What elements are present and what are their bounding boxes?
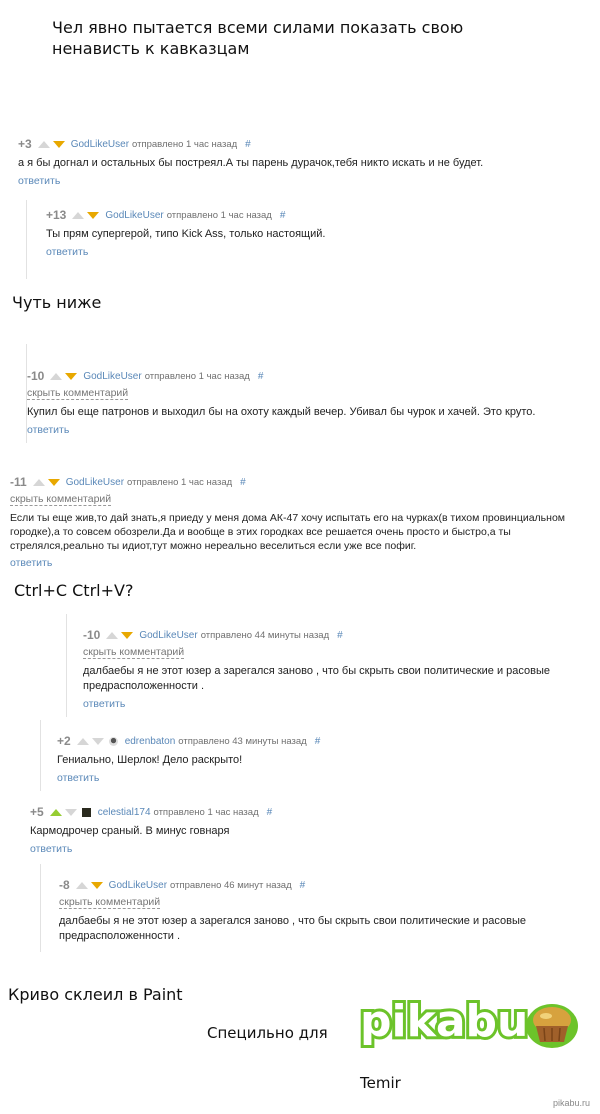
comment-7: -8 GodLikeUser отправлено 46 минут назад… [40, 864, 579, 952]
downvote-arrow-icon[interactable] [121, 631, 134, 639]
pikabu-logo-text: pikabu [360, 996, 528, 1047]
downvote-arrow-icon[interactable] [47, 478, 60, 486]
comment-text: а я бы догнал и остальных бы постреял.А … [18, 157, 484, 169]
comment-meta: +2 edrenbaton отправлено 43 минуты назад… [57, 734, 577, 748]
hide-comment-link[interactable]: скрыть комментарий [59, 896, 161, 909]
upvote-arrow-icon[interactable] [75, 881, 88, 889]
comment-4: -10 GodLikeUser отправлено 44 минуты наз… [66, 614, 583, 717]
downvote-arrow-icon[interactable] [65, 372, 78, 380]
comment-permalink[interactable]: # [280, 210, 286, 221]
pikabu-logo: pikabu [357, 996, 578, 1050]
caption-paint: Криво склеил в Paint [8, 985, 183, 1004]
comment-permalink[interactable]: # [267, 807, 273, 818]
muffin-icon [526, 1004, 578, 1048]
comment-text: далбаебы я не этот юзер а зарегался зано… [59, 915, 526, 942]
comment-author[interactable]: GodLikeUser [109, 880, 167, 891]
comment-time: отправлено 1 час назад [127, 476, 233, 488]
reply-link[interactable]: ответить [18, 174, 578, 188]
upvote-arrow-icon[interactable] [37, 140, 50, 148]
comment-text: Ты прям супергерой, типо Kick Ass, тольк… [46, 228, 326, 240]
comment-rating: +13 [46, 208, 67, 222]
upvote-arrow-icon[interactable] [49, 808, 62, 816]
comment-text: Кармодрочер сраный. В минус говнаря [30, 825, 230, 837]
upvote-arrow-icon[interactable] [32, 478, 45, 486]
comment-meta: +3 GodLikeUser отправлено 1 час назад # [18, 137, 578, 151]
caption-ctrl: Ctrl+C Ctrl+V? [14, 581, 134, 600]
comment-3: -11 GodLikeUser отправлено 1 час назад #… [10, 475, 594, 570]
reply-link[interactable]: ответить [46, 245, 586, 259]
upvote-arrow-icon[interactable] [76, 737, 89, 745]
downvote-arrow-icon[interactable] [52, 140, 65, 148]
downvote-arrow-icon[interactable] [87, 211, 100, 219]
comment-2: -10 GodLikeUser отправлено 1 час назад #… [26, 344, 567, 443]
comment-author[interactable]: GodLikeUser [83, 371, 141, 382]
comment-author[interactable]: GodLikeUser [66, 477, 124, 488]
caption-name: Temir [360, 1074, 401, 1092]
comment-permalink[interactable]: # [245, 139, 251, 150]
comment-permalink[interactable]: # [300, 880, 306, 891]
comment-rating: +3 [18, 137, 32, 151]
comment-time: отправлено 43 минуты назад [178, 735, 307, 747]
comment-meta: +13 GodLikeUser отправлено 1 час назад # [46, 208, 586, 222]
comment-time: отправлено 46 минут назад [170, 879, 292, 891]
comment-time: отправлено 1 час назад [166, 209, 272, 221]
reply-link[interactable]: ответить [30, 842, 570, 856]
comment-rating: -10 [83, 628, 101, 642]
hide-comment-link[interactable]: скрыть комментарий [10, 493, 112, 506]
comment-time: отправлено 1 час назад [132, 138, 238, 150]
upvote-arrow-icon[interactable] [72, 211, 85, 219]
reply-link[interactable]: ответить [10, 556, 594, 570]
downvote-arrow-icon[interactable] [90, 881, 103, 889]
avatar-icon [108, 736, 118, 746]
caption-below: Чуть ниже [12, 293, 102, 312]
reply-link[interactable]: ответить [83, 697, 583, 711]
comment-time: отправлено 1 час назад [144, 370, 250, 382]
comment-text: Если ты еще жив,то дай знать,я приеду у … [10, 512, 565, 552]
comment-1: +13 GodLikeUser отправлено 1 час назад #… [26, 200, 586, 279]
watermark: pikabu.ru [552, 1098, 590, 1108]
comment-author[interactable]: GodLikeUser [139, 630, 197, 641]
reply-link[interactable]: ответить [57, 771, 577, 785]
avatar-icon [81, 807, 91, 817]
comment-5: +2 edrenbaton отправлено 43 минуты назад… [40, 720, 577, 791]
comment-rating: -8 [59, 878, 70, 892]
comment-meta: -10 GodLikeUser отправлено 1 час назад # [27, 369, 567, 383]
upvote-arrow-icon[interactable] [50, 372, 63, 380]
comment-0: +3 GodLikeUser отправлено 1 час назад # … [18, 137, 578, 188]
comment-meta: -11 GodLikeUser отправлено 1 час назад # [10, 475, 594, 489]
downvote-arrow-icon[interactable] [91, 737, 104, 745]
comment-author[interactable]: GodLikeUser [105, 210, 163, 221]
comment-meta: -10 GodLikeUser отправлено 44 минуты наз… [83, 628, 583, 642]
hide-comment-link[interactable]: скрыть комментарий [83, 646, 185, 659]
comment-rating: -10 [27, 369, 45, 383]
comment-meta: +5 celestial174 отправлено 1 час назад # [30, 805, 570, 819]
comment-6: +5 celestial174 отправлено 1 час назад #… [30, 805, 570, 856]
comment-rating: +5 [30, 805, 44, 819]
comment-time: отправлено 44 минуты назад [200, 629, 330, 641]
upvote-arrow-icon[interactable] [106, 631, 119, 639]
downvote-arrow-icon[interactable] [64, 808, 77, 816]
reply-link[interactable]: ответить [27, 423, 567, 437]
comment-author[interactable]: GodLikeUser [71, 139, 129, 150]
caption-intro: Чел явно пытается всеми силами показать … [52, 17, 463, 59]
hide-comment-link[interactable]: скрыть комментарий [27, 387, 129, 400]
comment-permalink[interactable]: # [258, 371, 264, 382]
comment-permalink[interactable]: # [337, 630, 343, 641]
caption-intro-line1: Чел явно пытается всеми силами показать … [52, 18, 464, 37]
comment-time: отправлено 1 час назад [153, 806, 259, 818]
comment-text: далбаебы я не этот юзер а зарегался зано… [83, 665, 550, 692]
caption-intro-line2: ненависть к кавказцам [52, 39, 250, 58]
comment-author[interactable]: edrenbaton [125, 736, 176, 747]
comment-permalink[interactable]: # [240, 477, 246, 488]
comment-text: Купил бы еще патронов и выходил бы на ох… [27, 406, 536, 418]
comment-meta: -8 GodLikeUser отправлено 46 минут назад… [59, 878, 579, 892]
comment-rating: +2 [57, 734, 71, 748]
comment-author[interactable]: celestial174 [98, 807, 151, 818]
comment-text: Гениально, Шерлок! Дело раскрыто! [57, 754, 243, 766]
comment-rating: -11 [10, 475, 27, 489]
comment-permalink[interactable]: # [315, 736, 321, 747]
caption-special: Специльно для [207, 1024, 328, 1042]
